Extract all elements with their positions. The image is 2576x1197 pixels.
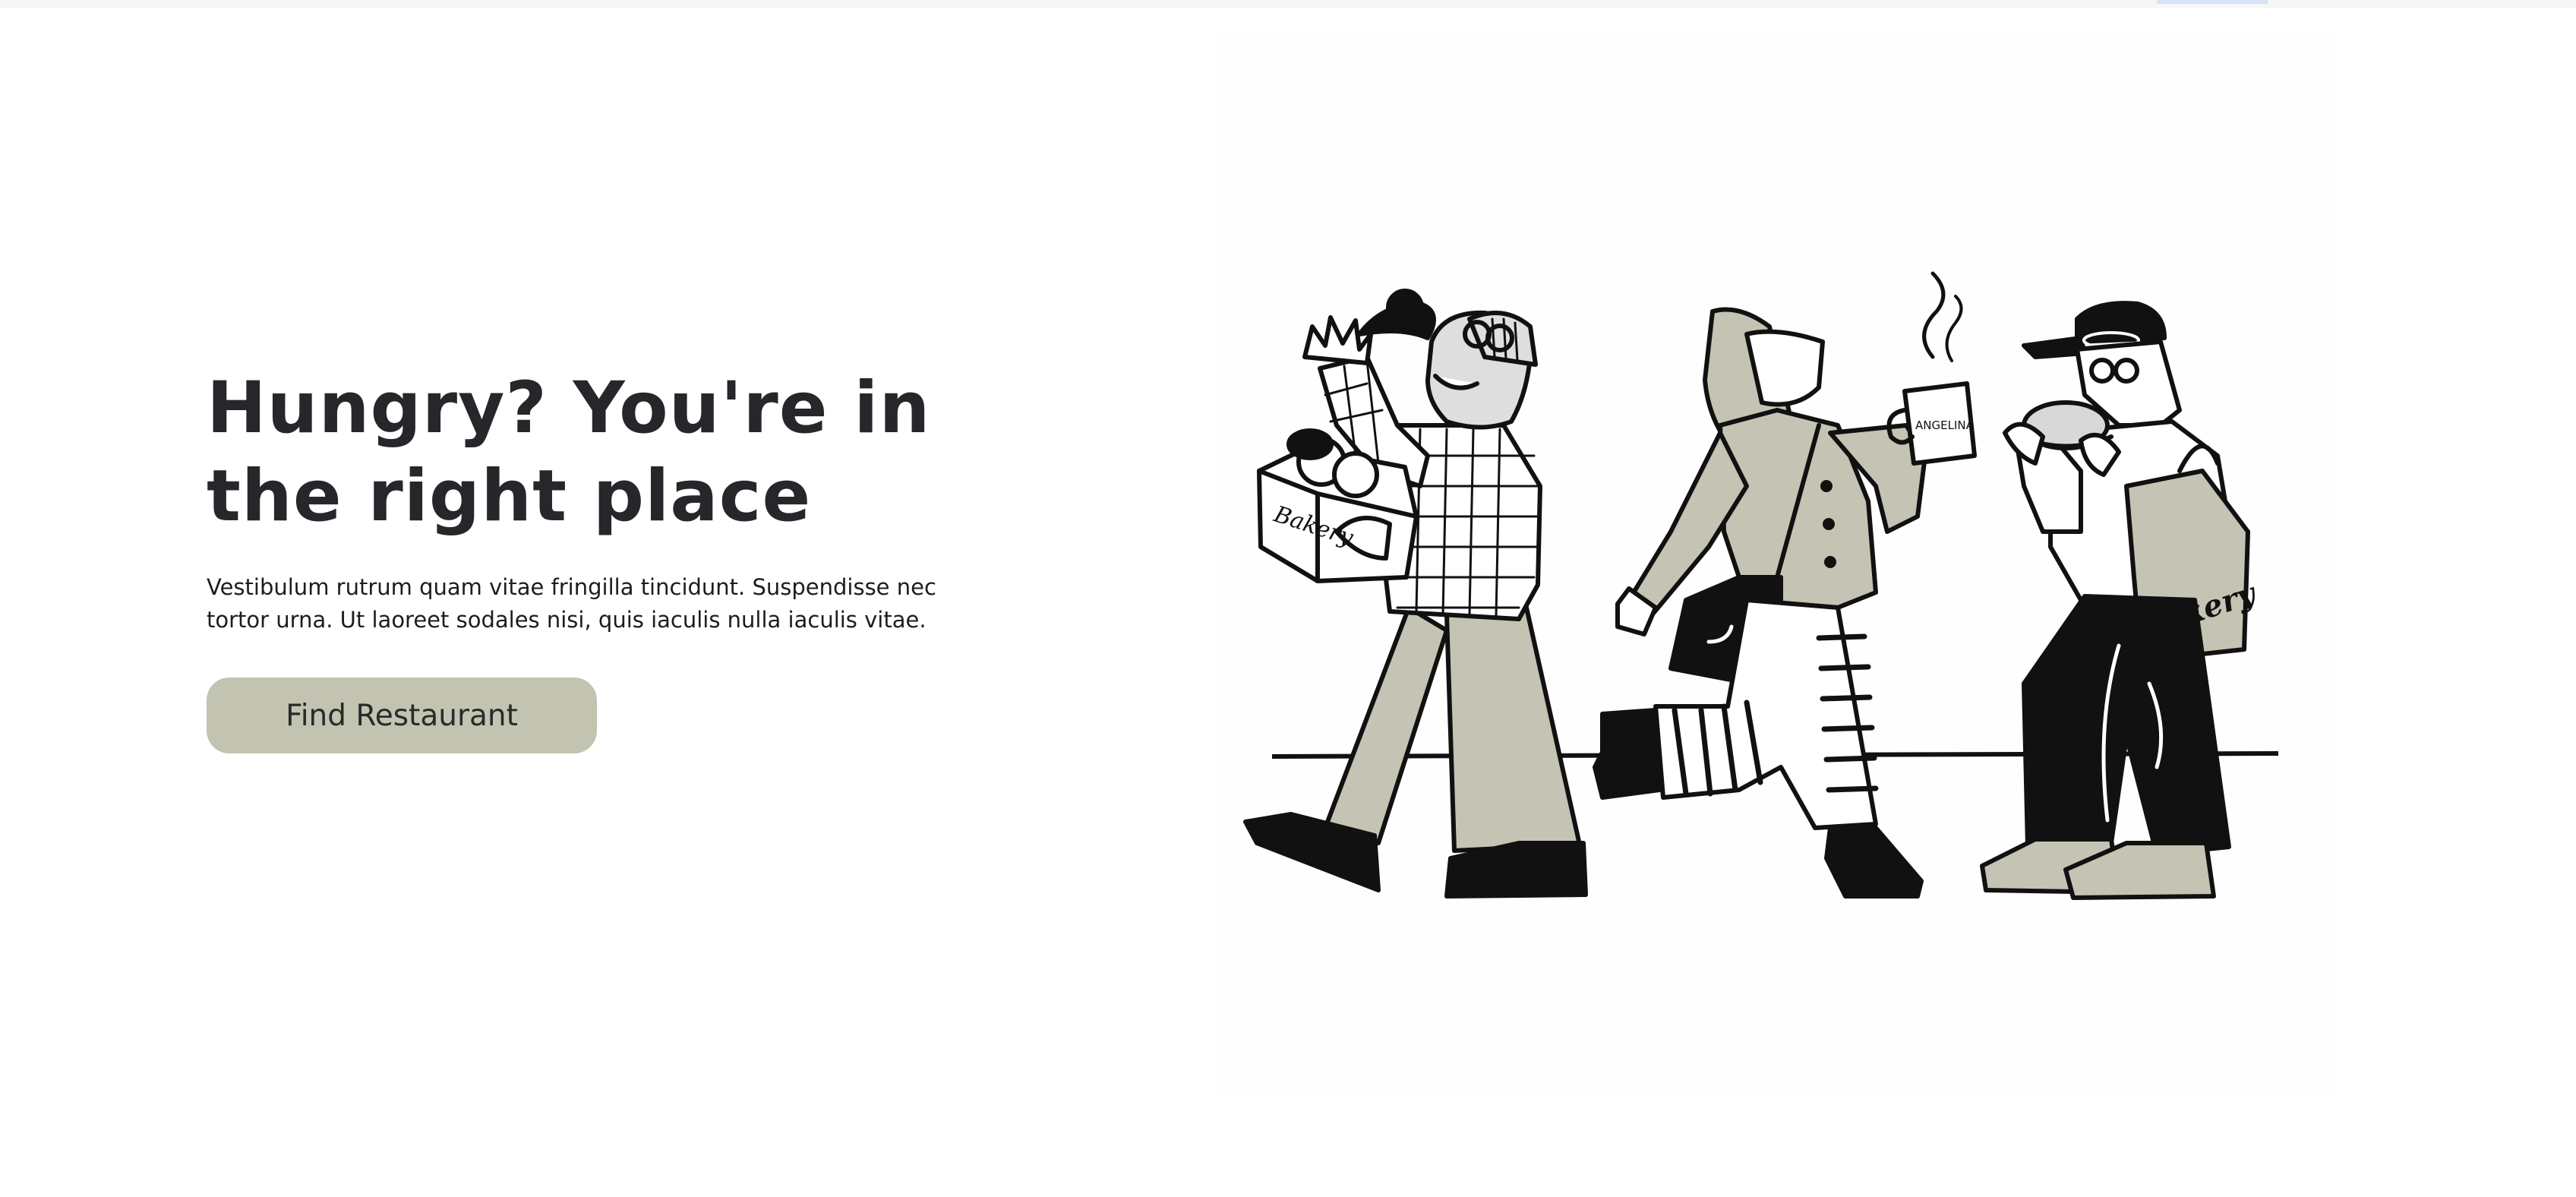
people-walking-illustration: Bakery ANGELINA Bakery bbox=[1243, 271, 2279, 900]
man-with-bakery-box bbox=[1243, 289, 1588, 899]
mug-lettering: ANGELINA bbox=[1915, 418, 1975, 432]
woman-with-coffee bbox=[1593, 271, 1977, 899]
